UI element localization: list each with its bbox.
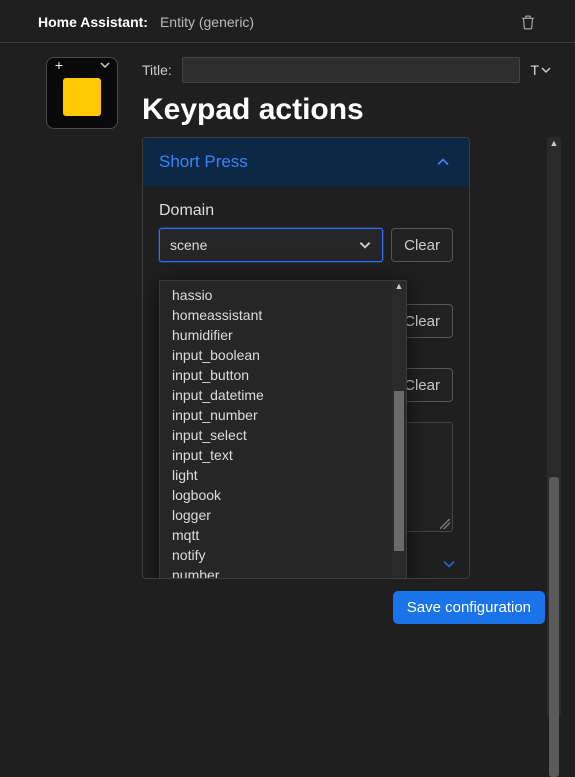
app-label: Home Assistant: <box>38 14 148 30</box>
dropdown-scrollbar[interactable]: ▲ ▼ <box>392 281 406 579</box>
chevron-down-icon <box>541 65 551 75</box>
accordion-title: Short Press <box>159 152 248 172</box>
tile-thumbnail: + <box>46 57 118 717</box>
dropdown-option[interactable]: light <box>160 465 392 485</box>
dropdown-option[interactable]: input_select <box>160 425 392 445</box>
entity-type-label: Entity (generic) <box>160 14 254 30</box>
dropdown-option[interactable]: input_number <box>160 405 392 425</box>
header-bar: Home Assistant: Entity (generic) <box>0 0 575 43</box>
dropdown-option[interactable]: input_boolean <box>160 345 392 365</box>
dropdown-option[interactable]: input_datetime <box>160 385 392 405</box>
thumbnail-add-icon[interactable]: + <box>51 57 67 73</box>
save-configuration-button[interactable]: Save configuration <box>393 591 545 624</box>
section-title: Keypad actions <box>142 93 551 127</box>
dropdown-scroll-up-icon[interactable]: ▲ <box>392 281 406 293</box>
title-input[interactable] <box>182 57 521 83</box>
dropdown-scrollbar-thumb[interactable] <box>394 391 404 551</box>
tile-preview <box>63 78 101 116</box>
chevron-up-icon <box>433 152 453 172</box>
title-field-label: Title: <box>142 62 172 78</box>
short-press-panel: Short Press Domain scene Clear <box>142 137 470 579</box>
chevron-down-icon <box>358 238 372 252</box>
accordion-header-short-press[interactable]: Short Press <box>143 138 469 186</box>
scroll-up-icon[interactable]: ▲ <box>547 137 561 149</box>
domain-clear-button[interactable]: Clear <box>391 228 453 262</box>
scrollbar-thumb[interactable] <box>549 477 559 777</box>
dropdown-option[interactable]: number <box>160 565 392 579</box>
dropdown-option[interactable]: notify <box>160 545 392 565</box>
dropdown-option[interactable]: logger <box>160 505 392 525</box>
domain-label: Domain <box>159 202 453 220</box>
thumbnail-menu-chevron-icon[interactable] <box>97 57 113 73</box>
dropdown-option[interactable]: homeassistant <box>160 305 392 325</box>
chevron-down-icon[interactable] <box>439 554 459 574</box>
dropdown-option[interactable]: logbook <box>160 485 392 505</box>
dropdown-option[interactable]: input_text <box>160 445 392 465</box>
dropdown-option[interactable]: mqtt <box>160 525 392 545</box>
dropdown-option[interactable]: humidifier <box>160 325 392 345</box>
title-type-toggle[interactable]: T <box>530 62 551 78</box>
main-scrollbar[interactable]: ▲ <box>547 137 561 717</box>
domain-select-value: scene <box>170 237 207 253</box>
dropdown-option[interactable]: input_button <box>160 365 392 385</box>
delete-icon[interactable] <box>519 12 537 32</box>
dropdown-option[interactable]: hassio <box>160 285 392 305</box>
domain-dropdown: hassiohomeassistanthumidifierinput_boole… <box>159 280 407 579</box>
domain-select[interactable]: scene <box>159 228 383 262</box>
